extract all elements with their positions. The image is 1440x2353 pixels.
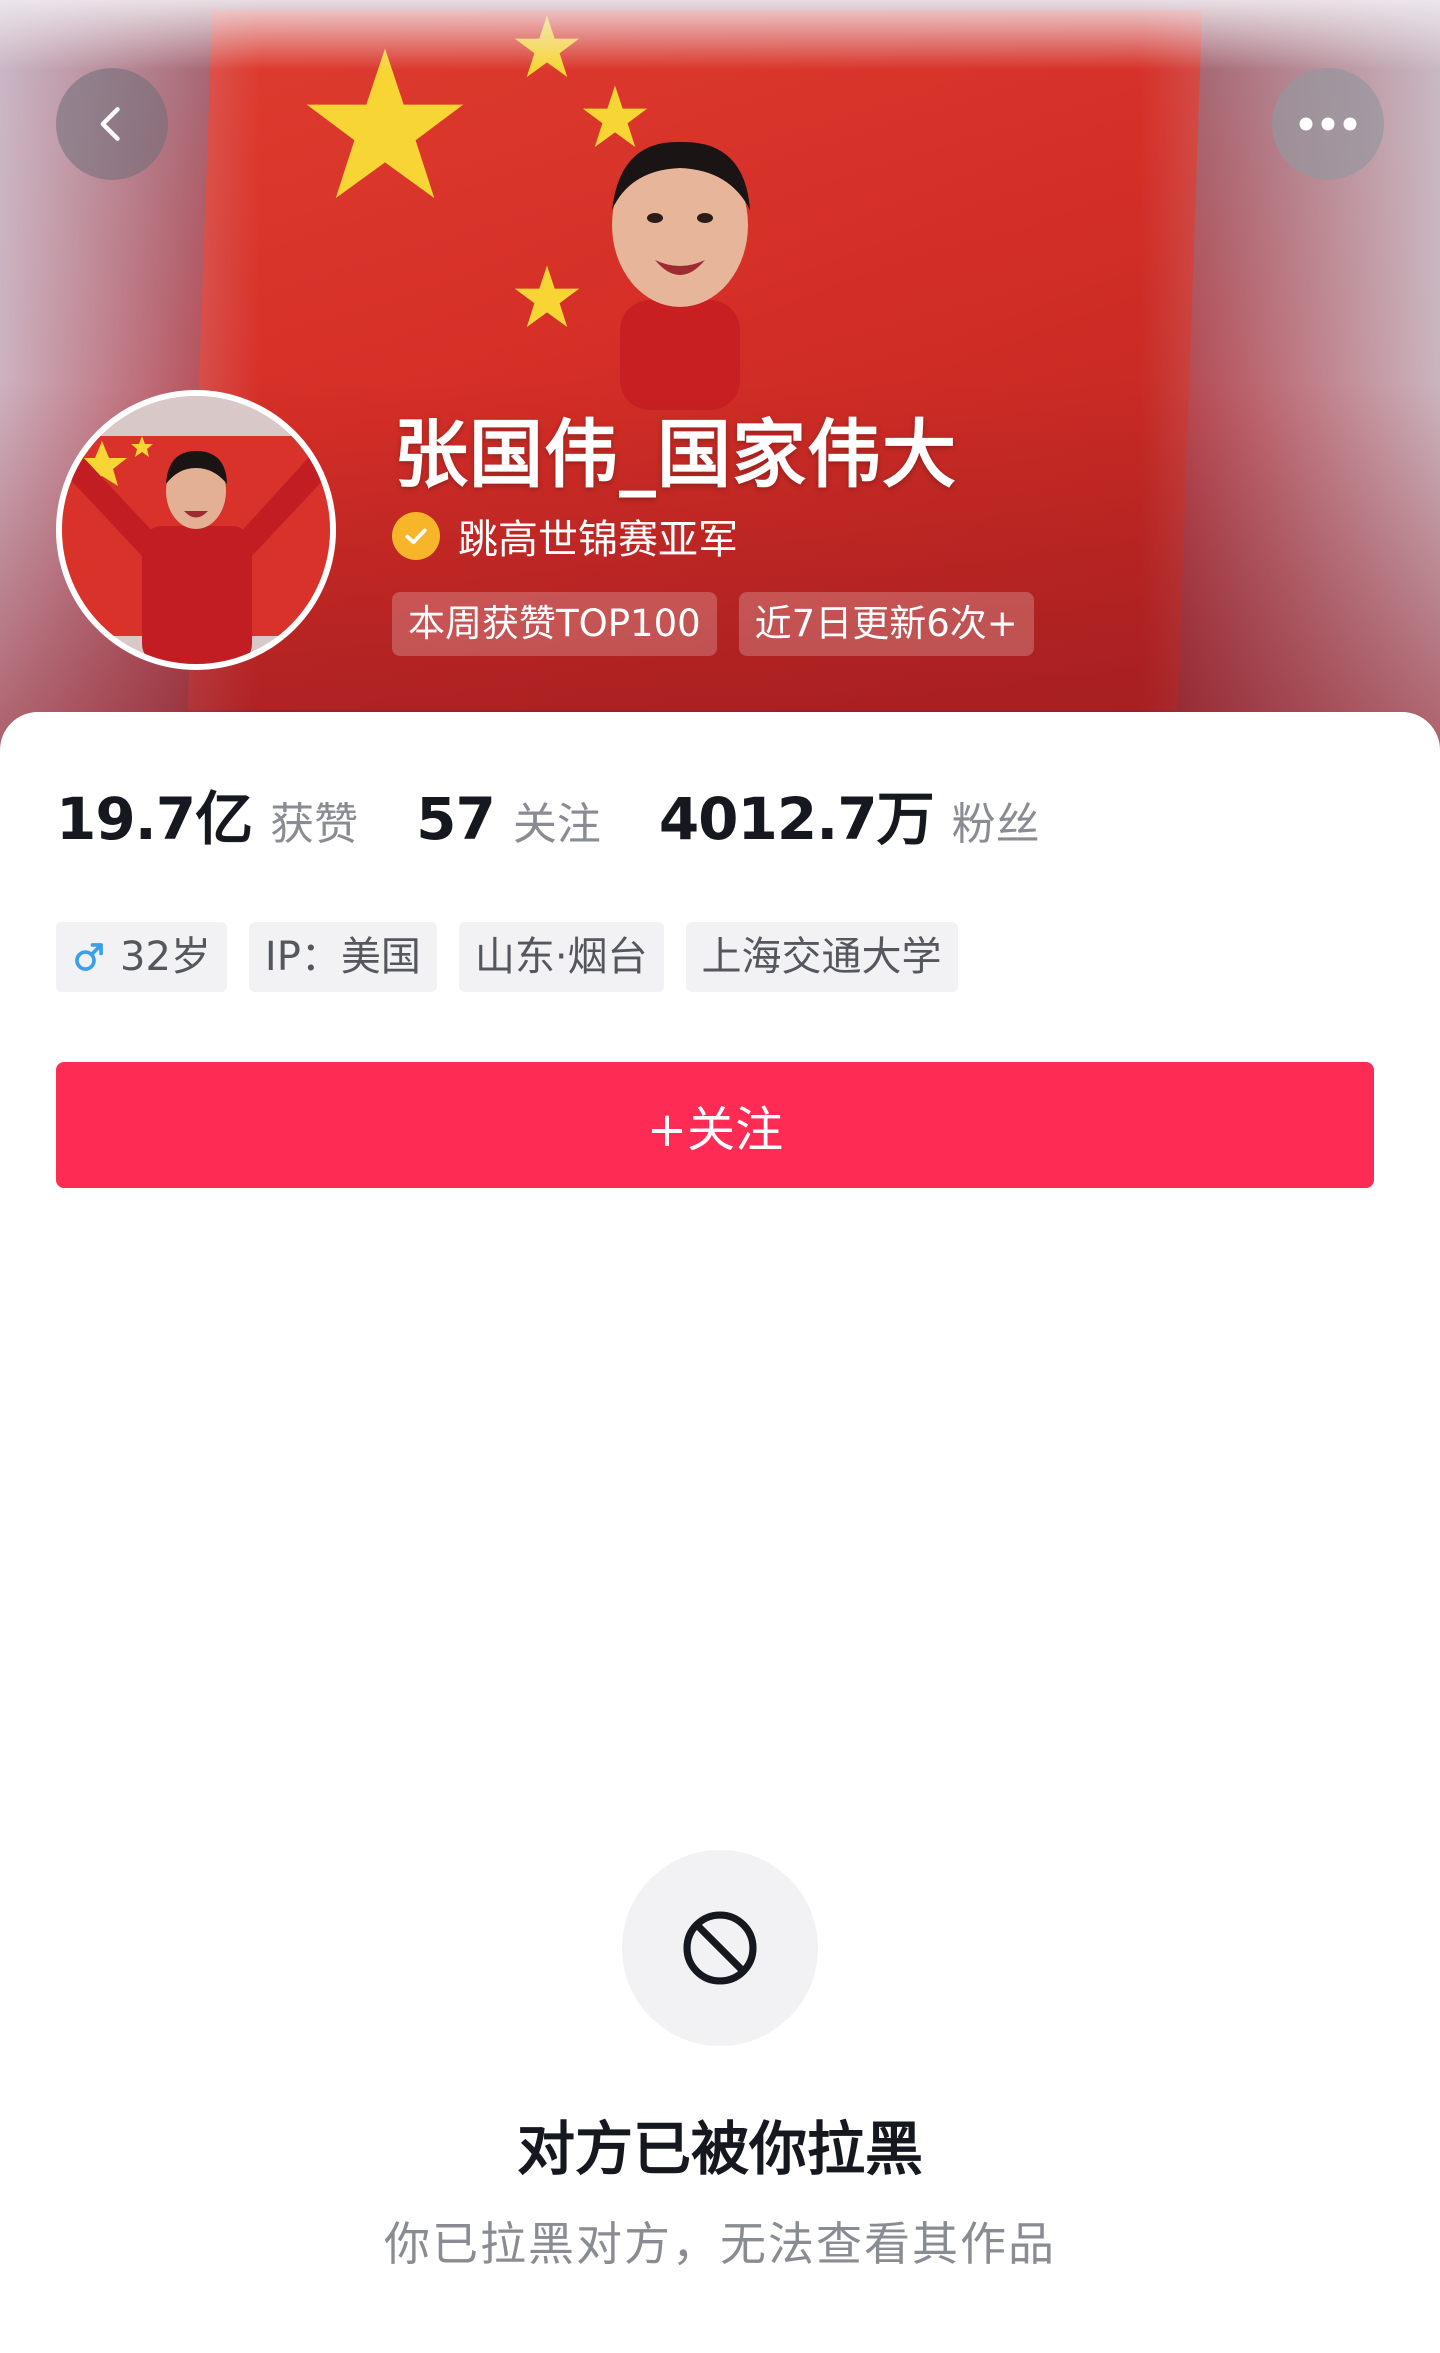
stat-likes-label: 获赞 (270, 799, 359, 850)
profile-card: 19.7亿 获赞 57 关注 4012.7万 粉丝 32岁 IP：美国 山东·烟… (0, 712, 1440, 2353)
male-icon (72, 940, 106, 974)
badge-update-frequency[interactable]: 近7日更新6次+ (738, 592, 1034, 656)
blocked-indicator (622, 1850, 818, 2046)
stats-row: 19.7亿 获赞 57 关注 4012.7万 粉丝 (56, 772, 1098, 862)
profile-name: 张国伟_国家伟大 (394, 412, 957, 498)
block-icon (683, 1911, 757, 1985)
verified-check-icon (392, 512, 440, 560)
tag-age-label: 32岁 (120, 934, 211, 980)
follow-button[interactable]: +关注 (56, 1062, 1374, 1188)
stat-followers-label: 粉丝 (951, 799, 1040, 850)
verified-title: 跳高世锦赛亚军 (458, 517, 738, 563)
verification-row: 跳高世锦赛亚军 (392, 508, 738, 564)
stat-following[interactable]: 57 关注 (416, 785, 601, 853)
tag-gender-age: 32岁 (56, 922, 227, 992)
tag-school[interactable]: 上海交通大学 (685, 922, 958, 992)
more-button[interactable] (1272, 68, 1384, 180)
info-tags: 32岁 IP：美国 山东·烟台 上海交通大学 (56, 922, 958, 992)
stat-followers-value: 4012.7万 (658, 785, 935, 853)
stat-following-value: 57 (416, 785, 496, 853)
profile-banner: 张国伟_国家伟大 跳高世锦赛亚军 本周获赞TOP100 近7日更新6次+ (0, 0, 1440, 760)
back-button[interactable] (56, 68, 168, 180)
tag-location: 山东·烟台 (458, 922, 664, 992)
blocked-description: 你已拉黑对方，无法查看其作品 (384, 2217, 1056, 2271)
banner-badges: 本周获赞TOP100 近7日更新6次+ (392, 592, 1034, 656)
stat-likes-value: 19.7亿 (56, 785, 253, 853)
stat-followers[interactable]: 4012.7万 粉丝 (659, 772, 1040, 856)
stat-following-label: 关注 (512, 799, 601, 850)
tag-ip: IP：美国 (248, 922, 437, 992)
banner-haze (0, 0, 1440, 70)
stat-likes[interactable]: 19.7亿 获赞 (56, 772, 358, 856)
more-horizontal-icon (1299, 117, 1357, 131)
avatar[interactable] (56, 390, 336, 670)
banner-person-photo (612, 141, 750, 410)
avatar-image (62, 396, 330, 664)
badge-top100[interactable]: 本周获赞TOP100 (392, 592, 717, 656)
profile-page: 张国伟_国家伟大 跳高世锦赛亚军 本周获赞TOP100 近7日更新6次+ 19.… (0, 0, 1440, 2353)
blocked-title: 对方已被你拉黑 (516, 2115, 923, 2183)
chevron-left-icon (100, 107, 120, 141)
